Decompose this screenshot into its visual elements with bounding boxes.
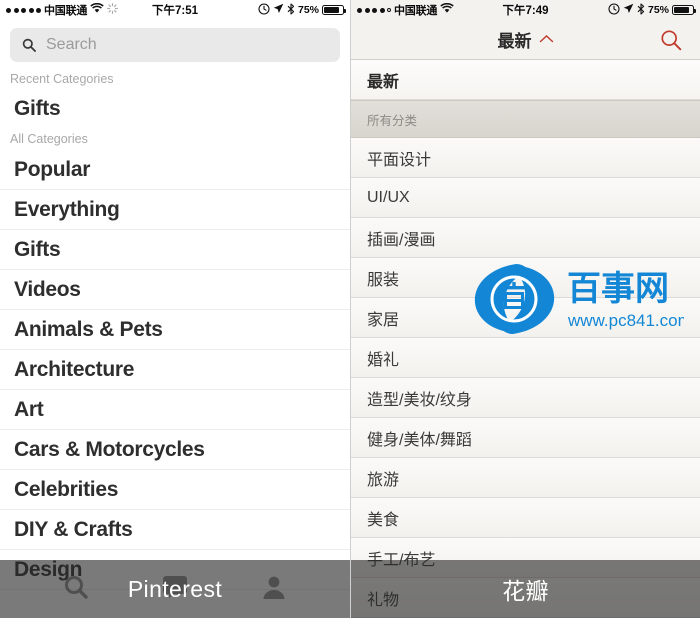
list-item[interactable]: Gifts xyxy=(0,230,350,270)
list-item[interactable]: 平面设计 xyxy=(351,138,700,178)
activity-spinner-icon xyxy=(107,3,119,17)
right-category-list: 平面设计 UI/UX 插画/漫画 服装 家居 婚礼 造型/美妆/纹身 健身/美体… xyxy=(351,138,700,618)
status-left-group: 中国联通 xyxy=(357,2,454,18)
left-status-bar: 中国联通 下午7:51 75% xyxy=(0,0,350,20)
list-item[interactable]: 旅游 xyxy=(351,458,700,498)
location-arrow-icon xyxy=(623,3,634,17)
list-item[interactable]: Everything xyxy=(0,190,350,230)
wifi-icon xyxy=(440,2,454,17)
alarm-icon xyxy=(608,2,620,18)
list-item[interactable]: 造型/美妆/纹身 xyxy=(351,378,700,418)
list-item[interactable]: Architecture xyxy=(0,350,350,390)
all-categories-label: All Categories xyxy=(10,132,88,146)
battery-icon xyxy=(322,5,346,15)
carrier-name: 中国联通 xyxy=(394,5,438,17)
bluetooth-icon xyxy=(637,2,645,18)
dual-screenshot-container: 中国联通 下午7:51 75% Search Recent Categories… xyxy=(0,0,700,618)
list-item[interactable]: Cars & Motorcycles xyxy=(0,430,350,470)
overlay-app-label: 花瓣 xyxy=(502,578,549,604)
search-input[interactable]: Search xyxy=(10,28,340,62)
left-screen-pinterest: 中国联通 下午7:51 75% Search Recent Categories… xyxy=(0,0,350,618)
search-placeholder: Search xyxy=(46,36,97,53)
left-bottom-overlay-bar: Pinterest xyxy=(0,560,350,618)
status-right-group: 75% xyxy=(258,2,346,18)
overlay-app-label: Pinterest xyxy=(127,575,223,602)
right-bottom-overlay-bar: 花瓣 xyxy=(351,560,700,618)
chevron-up-icon[interactable] xyxy=(539,31,554,49)
wifi-icon xyxy=(90,2,104,17)
list-item[interactable]: 家居 xyxy=(351,298,700,338)
list-item[interactable]: Popular xyxy=(0,150,350,190)
search-icon[interactable] xyxy=(660,29,682,51)
status-left-group: 中国联通 xyxy=(6,2,119,18)
right-status-bar: 中国联通 下午7:49 75% xyxy=(351,0,700,20)
list-item[interactable]: Celebrities xyxy=(0,470,350,510)
list-item[interactable]: Gifts xyxy=(0,90,350,128)
right-screen-huaban: 中国联通 下午7:49 75% 最新 最新 所有分类 平面设计 UI/UX 插画… xyxy=(350,0,700,618)
bluetooth-icon xyxy=(287,2,295,18)
list-item[interactable]: Art xyxy=(0,390,350,430)
all-categories-list: Popular Everything Gifts Videos Animals … xyxy=(0,150,350,590)
alarm-icon xyxy=(258,2,270,18)
battery-icon xyxy=(672,5,696,15)
right-header: 最新 xyxy=(351,20,700,60)
person-icon[interactable] xyxy=(261,574,287,605)
battery-percent: 75% xyxy=(647,4,669,16)
location-arrow-icon xyxy=(273,3,284,17)
list-item-latest[interactable]: 最新 xyxy=(351,60,700,100)
list-item[interactable]: Videos xyxy=(0,270,350,310)
list-item[interactable]: 插画/漫画 xyxy=(351,218,700,258)
list-item[interactable]: 健身/美体/舞蹈 xyxy=(351,418,700,458)
section-header-all-categories: 所有分类 xyxy=(351,100,700,138)
list-item[interactable]: DIY & Crafts xyxy=(0,510,350,550)
search-icon xyxy=(22,38,36,52)
search-icon[interactable] xyxy=(63,574,89,605)
status-right-group: 75% xyxy=(608,2,696,18)
list-item[interactable]: Animals & Pets xyxy=(0,310,350,350)
signal-dots-icon xyxy=(6,7,41,13)
list-item[interactable]: 服装 xyxy=(351,258,700,298)
recent-categories-label: Recent Categories xyxy=(10,72,114,86)
search-field-wrapper: Search xyxy=(0,20,350,68)
recent-categories-list: Gifts xyxy=(0,90,350,128)
list-item[interactable]: UI/UX xyxy=(351,178,700,218)
list-item[interactable]: 婚礼 xyxy=(351,338,700,378)
page-title[interactable]: 最新 xyxy=(498,27,532,52)
carrier-name: 中国联通 xyxy=(44,5,88,17)
battery-percent: 75% xyxy=(297,4,319,16)
signal-dots-icon xyxy=(357,7,391,13)
list-item[interactable]: 美食 xyxy=(351,498,700,538)
